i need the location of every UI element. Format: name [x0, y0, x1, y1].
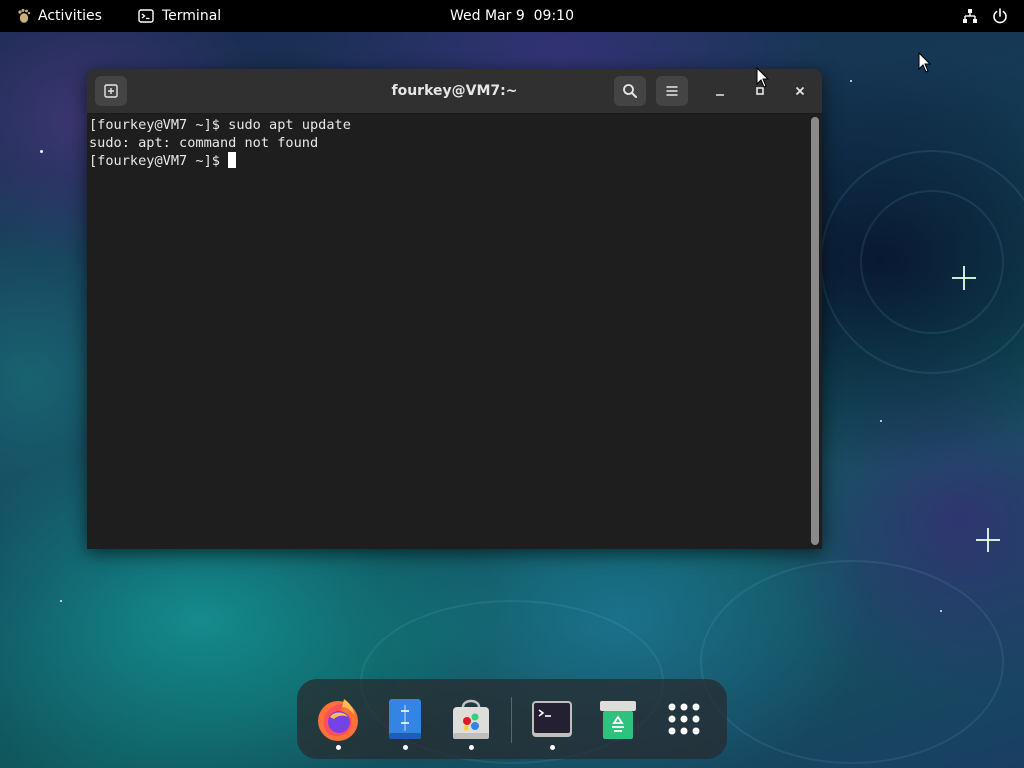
- running-indicator: [550, 745, 555, 750]
- app-grid-icon: [668, 703, 700, 735]
- dock-terminal[interactable]: [528, 695, 576, 743]
- wallpaper-star: [940, 610, 942, 612]
- software-icon: [453, 699, 489, 739]
- terminal-output[interactable]: [fourkey@VM7 ~]$ sudo apt update sudo: a…: [87, 114, 809, 549]
- search-icon: [623, 84, 637, 98]
- dock-separator: [511, 697, 512, 743]
- clock-label[interactable]: Wed Mar 9 09:10: [450, 8, 574, 24]
- wallpaper-star: [976, 528, 1000, 552]
- dock-show-apps[interactable]: [660, 695, 708, 743]
- terminal-icon: [532, 701, 572, 737]
- terminal-scrollbar[interactable]: [811, 117, 819, 545]
- terminal-prompt-line[interactable]: [fourkey@VM7 ~]$: [89, 152, 809, 170]
- terminal-app-icon: [138, 9, 154, 23]
- running-indicator: [336, 745, 341, 750]
- system-tray[interactable]: [962, 0, 1008, 32]
- wallpaper-star: [40, 150, 43, 153]
- wallpaper-star: [850, 80, 852, 82]
- dock-trash[interactable]: [594, 695, 642, 743]
- wallpaper-swirl: [700, 560, 1004, 764]
- minimize-button[interactable]: [704, 76, 736, 106]
- network-wired-icon: [963, 9, 977, 23]
- dock-files[interactable]: [381, 695, 429, 743]
- top-bar: Activities Terminal Wed Mar 9 09:10: [0, 0, 1024, 32]
- dock-software[interactable]: [447, 695, 495, 743]
- running-indicator: [469, 745, 474, 750]
- mouse-pointer-icon: [756, 67, 770, 88]
- wallpaper-star: [952, 266, 976, 290]
- firefox-icon: [318, 699, 358, 741]
- files-icon: [389, 699, 421, 739]
- power-icon: [993, 8, 1007, 24]
- wallpaper-swirl: [860, 190, 1004, 334]
- terminal-line: [fourkey@VM7 ~]$ sudo apt update: [89, 117, 351, 133]
- trash-icon: [600, 701, 636, 739]
- activities-label: Activities: [38, 8, 102, 24]
- gnome-foot-icon: [18, 8, 31, 23]
- main-menu-button[interactable]: [656, 76, 688, 106]
- minimize-icon: [716, 94, 724, 96]
- terminal-prompt: [fourkey@VM7 ~]$: [89, 153, 229, 169]
- dock-firefox[interactable]: [314, 695, 362, 743]
- hamburger-menu-icon: [666, 86, 678, 96]
- header-bar[interactable]: fourkey@VM7:~: [87, 69, 822, 114]
- desktop-background: Activities Terminal Wed Mar 9 09:10 four…: [0, 0, 1024, 768]
- app-menu-label: Terminal: [162, 8, 222, 24]
- terminal-window[interactable]: fourkey@VM7:~ [fourkey@VM7 ~]$ sudo apt …: [87, 69, 822, 549]
- activities-button[interactable]: Activities: [16, 0, 102, 32]
- new-tab-icon: [104, 84, 118, 98]
- search-button[interactable]: [614, 76, 646, 106]
- dock: [297, 679, 727, 759]
- wallpaper-star: [880, 420, 882, 422]
- running-indicator: [403, 745, 408, 750]
- wallpaper-star: [60, 600, 62, 602]
- close-button[interactable]: [784, 76, 816, 106]
- close-icon: [795, 86, 805, 96]
- app-menu[interactable]: Terminal: [138, 0, 221, 32]
- scrollbar-thumb[interactable]: [811, 117, 819, 545]
- terminal-line: sudo: apt: command not found: [89, 135, 319, 151]
- new-tab-button[interactable]: [95, 76, 127, 106]
- mouse-pointer-icon: [918, 52, 932, 73]
- text-cursor: [228, 152, 237, 168]
